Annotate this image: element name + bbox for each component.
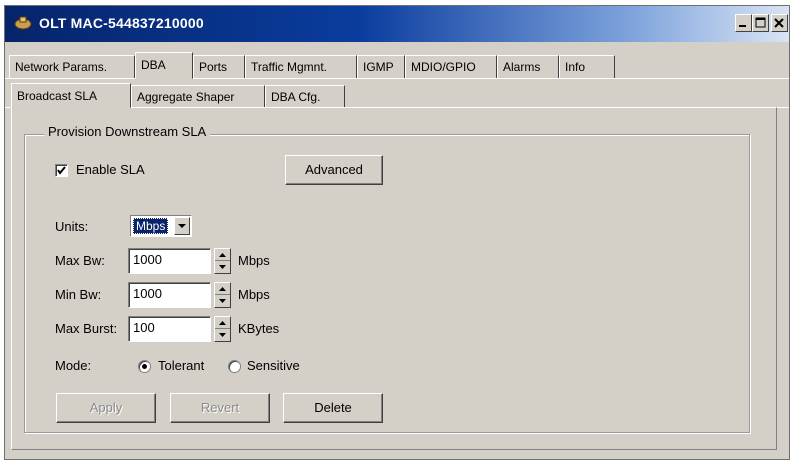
maximize-icon — [755, 17, 766, 28]
mode-tolerant-radio[interactable] — [138, 360, 151, 373]
spin-down-icon — [219, 333, 226, 337]
spinner-divider — [215, 294, 230, 295]
tab-dba[interactable]: DBA — [135, 52, 193, 79]
units-label: Units: — [55, 219, 89, 234]
tab-label: Traffic Mgmnt. — [251, 60, 328, 74]
apply-button[interactable]: Apply — [56, 393, 156, 423]
radio-selected-dot — [142, 364, 147, 369]
delete-button-label: Delete — [314, 400, 352, 415]
tab-mdio-gpio[interactable]: MDIO/GPIO — [405, 55, 497, 78]
app-icon — [14, 16, 32, 30]
spinner-divider — [215, 260, 230, 261]
title-bar[interactable]: OLT MAC-544837210000 — [5, 6, 789, 42]
main-tab-strip: Network Params. DBA Ports Traffic Mgmnt.… — [5, 52, 789, 79]
tab-label: Network Params. — [15, 60, 108, 74]
max-bw-spinner[interactable] — [214, 248, 231, 274]
min-bw-input[interactable]: 1000 — [128, 282, 211, 308]
max-burst-input[interactable]: 100 — [128, 316, 211, 342]
chevron-down-icon — [178, 224, 186, 228]
spinner-divider — [215, 328, 230, 329]
tab-label: Info — [565, 60, 586, 74]
units-value: Mbps — [133, 218, 169, 234]
max-bw-unit: Mbps — [238, 253, 270, 268]
close-icon — [774, 18, 784, 28]
tab-label: Alarms — [503, 60, 541, 74]
spin-down-icon — [219, 299, 226, 303]
tab-network-params[interactable]: Network Params. — [9, 55, 135, 78]
max-burst-label: Max Burst: — [55, 321, 118, 336]
tab-traffic-mgmnt[interactable]: Traffic Mgmnt. — [245, 55, 357, 78]
maximize-button[interactable] — [752, 14, 769, 32]
enable-sla-checkbox[interactable] — [55, 164, 68, 177]
sub-tab-strip: Broadcast SLA Aggregate Shaper DBA Cfg. — [5, 83, 789, 108]
max-bw-input[interactable]: 1000 — [128, 248, 211, 274]
tab-label: DBA — [141, 58, 166, 72]
tab-label: Ports — [199, 60, 228, 74]
advanced-button[interactable]: Advanced — [285, 155, 383, 185]
max-burst-unit: KBytes — [238, 321, 280, 336]
advanced-button-label: Advanced — [305, 162, 363, 177]
max-bw-label: Max Bw: — [55, 253, 105, 268]
subtab-aggregate-shaper[interactable]: Aggregate Shaper — [131, 85, 265, 107]
spin-up-icon — [219, 321, 226, 325]
tab-ports[interactable]: Ports — [193, 55, 245, 78]
checkmark-icon — [57, 166, 66, 175]
subtab-label: Aggregate Shaper — [137, 90, 235, 104]
minimize-button[interactable] — [735, 14, 752, 32]
window-title: OLT MAC-544837210000 — [39, 15, 204, 31]
mode-label: Mode: — [55, 358, 92, 373]
revert-button[interactable]: Revert — [170, 393, 270, 423]
units-dropdown-button[interactable] — [174, 217, 190, 235]
minimize-icon — [739, 25, 746, 27]
tab-label: MDIO/GPIO — [411, 60, 476, 74]
apply-button-label: Apply — [89, 400, 123, 415]
close-button[interactable] — [771, 14, 788, 32]
spin-up-icon — [219, 253, 226, 257]
subtab-broadcast-sla[interactable]: Broadcast SLA — [11, 83, 131, 108]
spin-up-icon — [219, 287, 226, 291]
min-bw-spinner[interactable] — [214, 282, 231, 308]
spin-down-icon — [219, 265, 226, 269]
tab-strip-line — [5, 78, 789, 79]
subtab-label: Broadcast SLA — [17, 89, 98, 103]
tab-alarms[interactable]: Alarms — [497, 55, 559, 78]
enable-sla-label: Enable SLA — [76, 162, 145, 177]
mode-tolerant-label: Tolerant — [158, 358, 205, 373]
max-burst-spinner[interactable] — [214, 316, 231, 342]
mode-sensitive-label: Sensitive — [247, 358, 300, 373]
min-bw-label: Min Bw: — [55, 287, 102, 302]
tab-igmp[interactable]: IGMP — [357, 55, 405, 78]
units-select[interactable]: Mbps — [130, 215, 192, 237]
min-bw-unit: Mbps — [238, 287, 270, 302]
delete-button[interactable]: Delete — [283, 393, 383, 423]
group-legend: Provision Downstream SLA — [44, 124, 211, 139]
subtab-label: DBA Cfg. — [271, 90, 321, 104]
tab-info[interactable]: Info — [559, 55, 615, 78]
revert-button-label: Revert — [200, 400, 240, 415]
subtab-dba-cfg[interactable]: DBA Cfg. — [265, 85, 345, 107]
mode-sensitive-radio[interactable] — [228, 360, 241, 373]
tab-label: IGMP — [363, 60, 394, 74]
